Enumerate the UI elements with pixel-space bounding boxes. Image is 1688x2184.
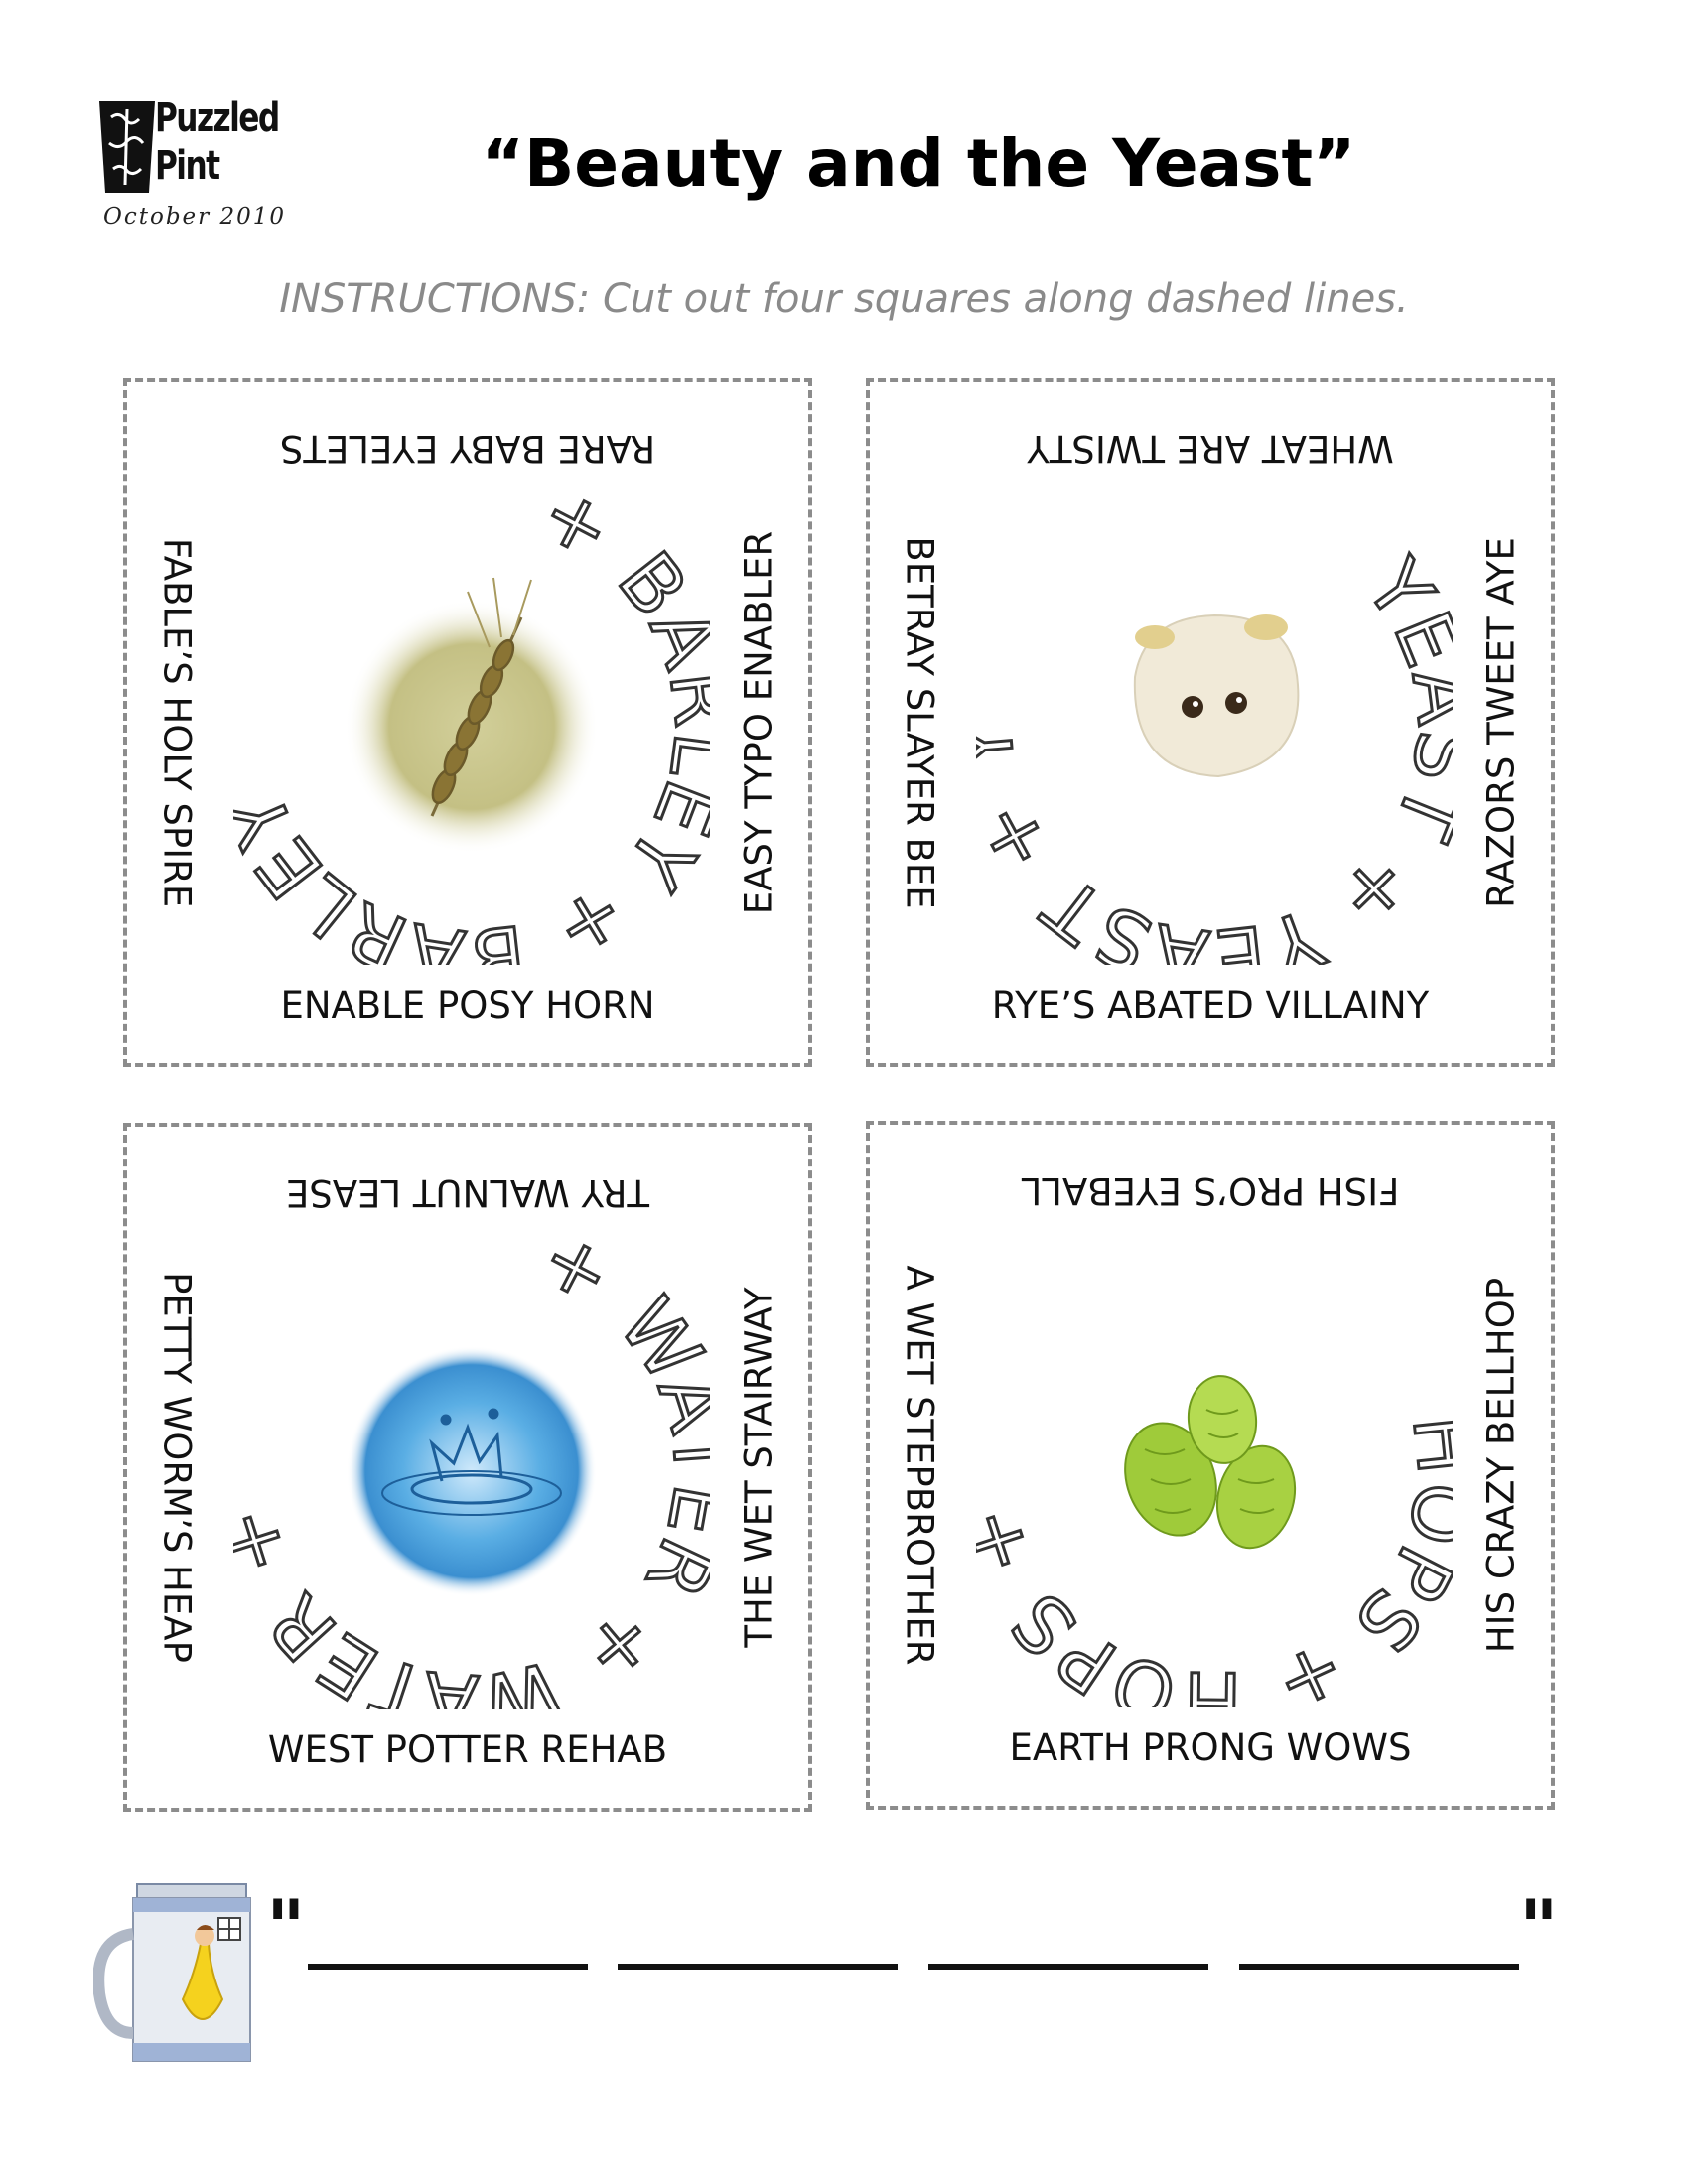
ring-hops: HOPS + HOPS + HOPS + xyxy=(976,1231,1453,1707)
answer-close-quote: " xyxy=(1519,1883,1559,1972)
cutout-square-yeast: WHEAT ARE TWISTY BETRAY SLAYER BEE RAZOR… xyxy=(866,378,1555,1067)
pint-glass-puzzle-icon xyxy=(99,101,155,193)
square-label-bottom: WEST POTTER REHAB xyxy=(267,1728,668,1771)
cutout-square-water: TRY WALNUT LEASE PETTY WORM’S HEAP THE W… xyxy=(123,1123,812,1812)
ring-yeast: YEAST + YEAST + YEAST + xyxy=(976,488,1453,965)
cutout-square-barley: RARE BABY EYELETS FABLE’S HOLY SPIRE EAS… xyxy=(123,378,812,1067)
square-label-top: WHEAT ARE TWISTY xyxy=(1027,427,1394,470)
logo-word-puzzled: Puzzled xyxy=(155,95,280,141)
beer-stein-icon xyxy=(93,1883,251,2062)
puzzled-pint-logo: Puzzled Pint October 2010 xyxy=(97,95,336,244)
square-label-top: RARE BABY EYELETS xyxy=(279,427,656,470)
square-label-bottom: ENABLE POSY HORN xyxy=(280,984,655,1026)
answer-open-quote: " xyxy=(266,1883,306,1972)
logo-date: October 2010 xyxy=(103,205,287,230)
answer-blank-1[interactable] xyxy=(308,1964,588,1970)
hop-cones-icon xyxy=(1124,1375,1297,1550)
square-label-bottom: RYE’S ABATED VILLAINY xyxy=(991,984,1430,1026)
answer-blank-3[interactable] xyxy=(928,1964,1208,1970)
instructions: INSTRUCTIONS: Cut out four squares along… xyxy=(279,276,1409,322)
ring-barley: + BARLEY + BARLEY + BARLEY xyxy=(233,488,710,965)
yeast-plush-icon xyxy=(1133,614,1300,778)
square-label-top: TRY WALNUT LEASE xyxy=(285,1171,650,1214)
puzzle-title: “Beauty and the Yeast” xyxy=(481,125,1356,202)
square-label-bottom: EARTH PRONG WOWS xyxy=(1009,1726,1412,1769)
ring-water: + WATER + WATER + WATER xyxy=(233,1233,710,1709)
square-label-top: FISH PRO’S EYEBALL xyxy=(1021,1169,1400,1212)
answer-blank-4[interactable] xyxy=(1239,1964,1519,1970)
cutout-square-hops: FISH PRO’S EYEBALL A WET STEPBROTHER HIS… xyxy=(866,1121,1555,1810)
answer-blank-2[interactable] xyxy=(618,1964,898,1970)
logo-word-pint: Pint xyxy=(155,143,220,189)
